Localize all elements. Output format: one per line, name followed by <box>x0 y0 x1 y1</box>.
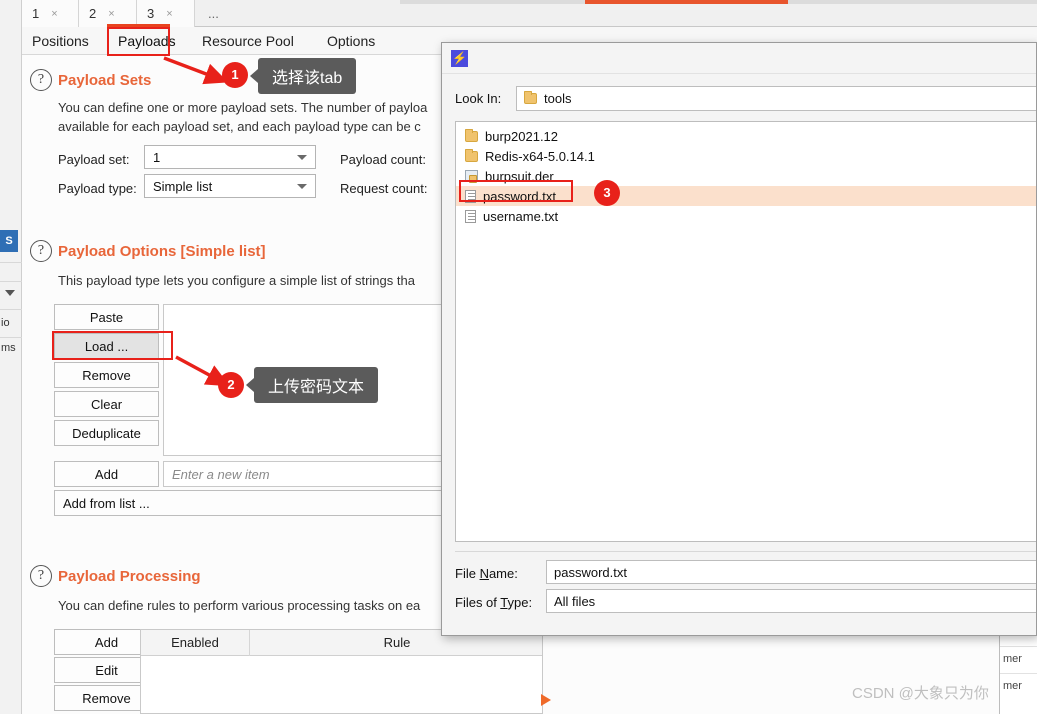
files-of-type-label-accel: T <box>500 595 508 610</box>
list-item[interactable]: Redis-x64-5.0.14.1 <box>456 146 1036 166</box>
screenshot-root: S io ms 1 × 2 × 3 × ... Positions Payloa… <box>0 0 1037 714</box>
folder-icon <box>465 148 478 162</box>
left-strip-divider <box>0 309 22 310</box>
question-mark-icon[interactable]: ? <box>30 69 52 91</box>
burp-lightning-icon: ⚡ <box>451 50 468 67</box>
attack-tab-2[interactable]: 2 × <box>79 0 137 27</box>
chevron-down-icon[interactable] <box>5 290 15 296</box>
tab-options[interactable]: Options <box>317 27 385 55</box>
payload-type-select[interactable]: Simple list <box>144 174 316 198</box>
payload-processing-desc: You can define rules to perform various … <box>58 598 421 613</box>
play-triangle-icon[interactable] <box>541 694 551 706</box>
right-edge-divider <box>1000 646 1037 647</box>
deduplicate-button[interactable]: Deduplicate <box>54 420 159 446</box>
request-count-label: Request count: <box>340 181 428 196</box>
list-item[interactable]: burp2021.12 <box>456 126 1036 146</box>
file-name-label-pre: File <box>455 566 480 581</box>
files-of-type-label-post: ype: <box>507 595 533 610</box>
left-strip-fragment-1: io <box>1 317 10 329</box>
close-icon[interactable]: × <box>166 8 172 20</box>
attack-tab-1-label: 1 <box>32 6 40 21</box>
tab-positions[interactable]: Positions <box>22 27 99 55</box>
right-edge-divider <box>1000 673 1037 674</box>
annotation-badge-2: 2 <box>218 372 244 398</box>
folder-icon <box>465 128 478 142</box>
close-icon[interactable]: × <box>108 8 114 20</box>
payload-set-label: Payload set: <box>58 152 130 167</box>
folder-icon <box>524 91 537 104</box>
look-in-label-text: Look In: <box>455 91 502 106</box>
attack-tab-3-label: 3 <box>147 6 155 21</box>
annotation-box-load-button <box>52 331 173 360</box>
right-edge-cell: mer <box>1003 653 1022 665</box>
chevron-down-icon <box>297 155 307 160</box>
payload-processing-table[interactable]: Enabled Rule <box>140 629 543 714</box>
payload-sets-title: Payload Sets <box>58 72 152 89</box>
list-item[interactable]: username.txt <box>456 206 1036 226</box>
top-progress-bar <box>585 0 788 4</box>
chevron-down-icon <box>297 184 307 189</box>
dialog-divider <box>455 551 1036 552</box>
add-payload-button[interactable]: Add <box>54 461 159 487</box>
payload-type-label: Payload type: <box>58 181 137 196</box>
attack-tab-overflow[interactable]: ... <box>200 0 227 27</box>
question-mark-icon[interactable]: ? <box>30 565 52 587</box>
file-name-label-post: ame: <box>488 566 518 581</box>
look-in-label: Look In: <box>455 91 501 106</box>
column-header-enabled[interactable]: Enabled <box>141 630 249 656</box>
payload-options-title: Payload Options [Simple list] <box>58 243 266 260</box>
watermark: CSDN @大象只为你 <box>852 685 989 702</box>
remove-button[interactable]: Remove <box>54 362 159 388</box>
left-strip-fragment-2: ms <box>1 342 16 354</box>
file-name-label: File Name: <box>455 566 518 581</box>
dialog-body: Look In: tools burp2021.12 Redis-x64-5.0… <box>442 74 1036 635</box>
list-item-label: username.txt <box>483 208 559 224</box>
left-strip-divider <box>0 262 22 263</box>
payload-type-value: Simple list <box>153 178 213 194</box>
look-in-select[interactable]: tools <box>516 86 1036 111</box>
left-strip-divider <box>0 281 22 282</box>
annotation-box-password-file <box>459 180 573 202</box>
payload-set-value: 1 <box>153 149 161 165</box>
annotation-badge-1: 1 <box>222 62 248 88</box>
list-item-label: Redis-x64-5.0.14.1 <box>485 148 595 164</box>
file-name-input[interactable]: password.txt <box>546 560 1036 584</box>
payload-count-label: Payload count: <box>340 152 427 167</box>
right-edge-cell: mer <box>1003 680 1022 692</box>
files-of-type-select[interactable]: All files <box>546 589 1036 613</box>
close-icon[interactable]: × <box>51 8 57 20</box>
files-of-type-value: All files <box>554 593 596 609</box>
annotation-callout-2: 上传密码文本 <box>245 367 379 403</box>
file-name-label-accel: N <box>479 566 489 581</box>
left-side-strip: S io ms <box>0 0 22 714</box>
annotation-callout-1: 选择该tab <box>249 58 357 94</box>
look-in-value: tools <box>544 91 572 106</box>
load-file-dialog: ⚡ Look In: tools burp2021.12 Redis-x64-5… <box>441 42 1037 636</box>
payload-sets-desc-line2: available for each payload set, and each… <box>58 119 421 134</box>
attack-tab-strip: 1 × 2 × 3 × ... <box>22 0 1037 27</box>
annotation-box-payloads-tab <box>107 27 170 56</box>
payload-sets-desc-line1: You can define one or more payload sets.… <box>58 100 428 115</box>
document-icon <box>465 209 476 223</box>
payload-processing-title: Payload Processing <box>58 568 201 585</box>
files-of-type-label-pre: Files of <box>455 595 501 610</box>
annotation-badge-3: 3 <box>594 180 620 206</box>
paste-button[interactable]: Paste <box>54 304 159 330</box>
list-item-label: burp2021.12 <box>485 128 559 144</box>
clear-button[interactable]: Clear <box>54 391 159 417</box>
dialog-titlebar: ⚡ <box>442 43 1036 74</box>
attack-tab-1[interactable]: 1 × <box>22 0 79 27</box>
payload-options-desc: This payload type lets you configure a s… <box>58 273 415 288</box>
files-of-type-label: Files of Type: <box>455 595 532 610</box>
left-strip-tab[interactable]: S <box>0 230 18 252</box>
attack-tab-2-label: 2 <box>89 6 97 21</box>
tab-resource-pool[interactable]: Resource Pool <box>192 27 304 55</box>
payload-set-select[interactable]: 1 <box>144 145 316 169</box>
attack-tab-3[interactable]: 3 × <box>137 0 195 27</box>
question-mark-icon[interactable]: ? <box>30 240 52 262</box>
left-strip-divider <box>0 337 22 338</box>
